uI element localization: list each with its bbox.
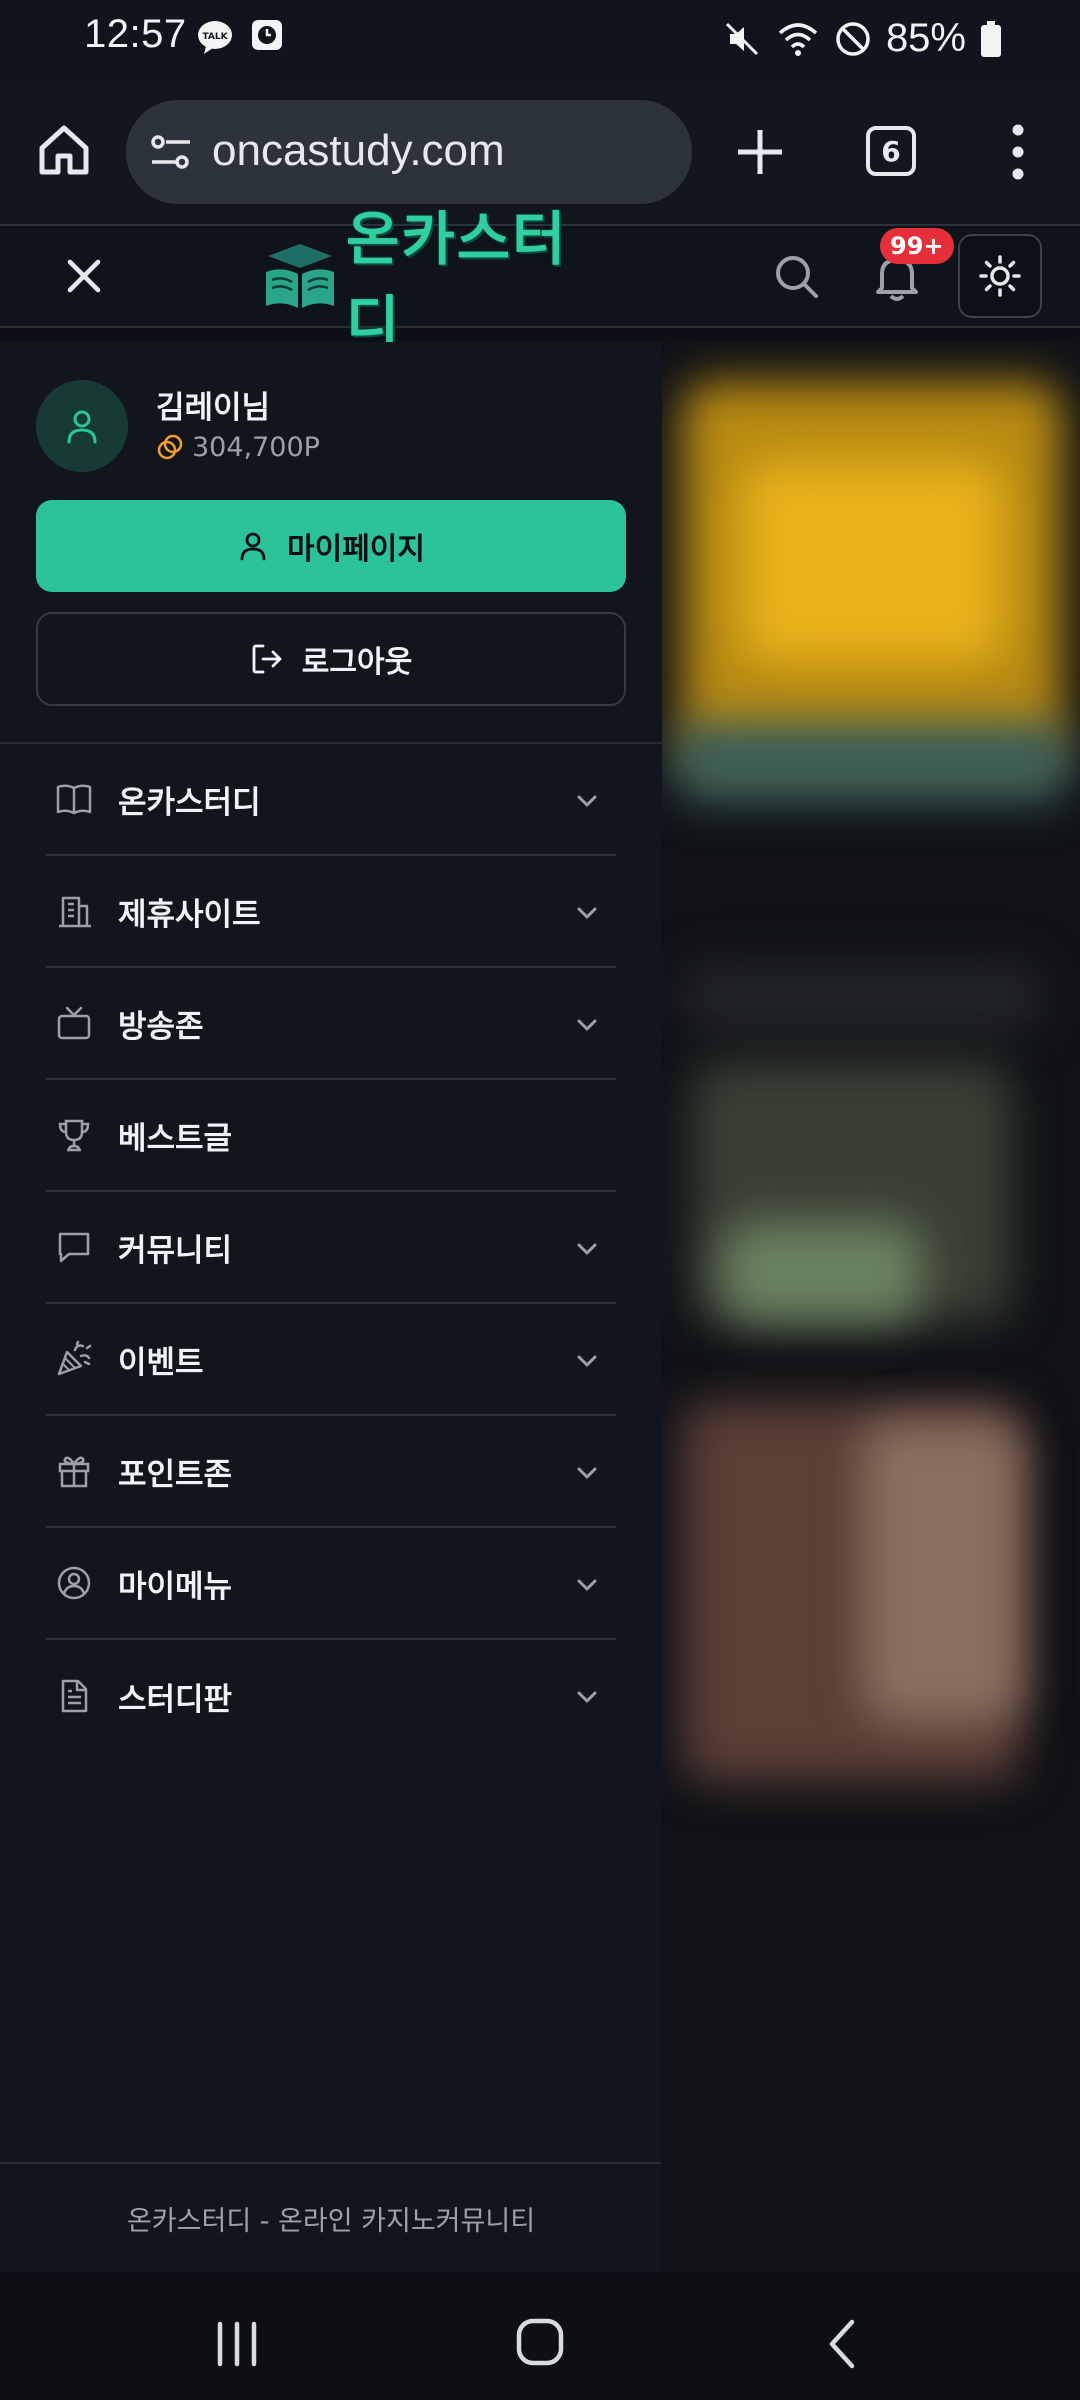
dnd-icon (834, 20, 872, 58)
mypage-label: 마이페이지 (287, 532, 425, 567)
battery-icon (980, 20, 1002, 58)
menu-item-my-menu[interactable]: 마이메뉴 (46, 1528, 616, 1640)
user-icon (237, 530, 269, 562)
chevron-down-icon[interactable] (570, 896, 604, 930)
chevron-down-icon[interactable] (570, 784, 604, 818)
logout-label: 로그아웃 (301, 645, 413, 680)
points-value: 304,700P (192, 432, 320, 463)
avatar (36, 380, 128, 472)
menu-item-oncastudy[interactable]: 온카스터디 (46, 744, 616, 856)
menu-item-broadcast-zone[interactable]: 방송존 (46, 968, 616, 1080)
close-icon[interactable] (58, 250, 110, 302)
page-content-behind-overlay (662, 342, 1080, 2272)
battery-percent: 85% (885, 16, 966, 60)
drawer-footer: 온카스터디 - 온라인 카지노커뮤니티 (0, 2162, 662, 2272)
menu-item-label: 이벤트 (118, 1344, 204, 1381)
tab-switcher-icon[interactable]: 6 (866, 126, 916, 176)
menu-item-best-posts[interactable]: 베스트글 (46, 1080, 616, 1192)
book-icon (54, 779, 94, 819)
menu-item-partner-sites[interactable]: 제휴사이트 (46, 856, 616, 968)
tv-icon (54, 1003, 94, 1043)
sun-icon (978, 254, 1022, 298)
menu-item-label: 제휴사이트 (118, 896, 261, 933)
username: 김레이님 (156, 390, 271, 426)
user-points: 304,700P (156, 432, 320, 463)
menu-item-label: 베스트글 (118, 1120, 233, 1157)
status-time: 12:57 (84, 12, 187, 56)
gift-icon (54, 1451, 94, 1491)
blurred-thumbnail-2-detail (862, 1422, 1022, 1722)
logo-text: 온카스터디 (346, 205, 568, 357)
blurred-tabs (682, 962, 1042, 1032)
site-header: 온카스터디 99+ (0, 205, 1080, 357)
chevron-down-icon[interactable] (570, 1008, 604, 1042)
clock-app-icon (250, 18, 284, 56)
mypage-button[interactable]: 마이페이지 (36, 500, 626, 592)
menu-item-label: 방송존 (118, 1008, 204, 1045)
menu-item-events[interactable]: 이벤트 (46, 1304, 616, 1416)
new-tab-icon[interactable] (732, 120, 788, 184)
search-icon[interactable] (770, 250, 824, 304)
menu-item-community[interactable]: 커뮤니티 (46, 1192, 616, 1304)
recents-icon[interactable] (214, 2320, 260, 2368)
site-logo[interactable]: 온카스터디 (262, 205, 622, 357)
tab-count: 6 (881, 134, 901, 168)
status-system-icons: 85% (722, 16, 1002, 61)
blurred-thumbnail-1-detail (722, 1222, 922, 1322)
document-icon (54, 1676, 94, 1716)
home-nav-icon[interactable] (514, 2316, 566, 2368)
chevron-down-icon[interactable] (570, 1456, 604, 1490)
menu-item-label: 마이메뉴 (118, 1568, 233, 1605)
chevron-down-icon[interactable] (570, 1344, 604, 1378)
logout-button[interactable]: 로그아웃 (36, 612, 626, 706)
menu-item-label: 커뮤니티 (118, 1232, 233, 1269)
user-profile: 김레이님 304,700P (36, 380, 636, 476)
theme-toggle-button[interactable] (958, 234, 1042, 318)
home-icon[interactable] (36, 122, 92, 178)
blurred-banner-highlight (742, 462, 1002, 662)
menu-item-label: 포인트존 (118, 1456, 233, 1493)
chevron-down-icon[interactable] (570, 1232, 604, 1266)
menu-item-label: 온카스터디 (118, 784, 261, 821)
status-notifications: TALK (196, 18, 284, 56)
more-icon[interactable] (1006, 122, 1030, 182)
side-drawer: 김레이님 304,700P 마이페이지 로그아웃 온카스터디 제휴사이트 방송존… (0, 342, 662, 2272)
menu-item-label: 스터디판 (118, 1681, 233, 1718)
tune-icon[interactable] (148, 130, 194, 176)
menu-item-study-board[interactable]: 스터디판 (46, 1640, 616, 1752)
system-nav-bar (0, 2272, 1080, 2400)
chevron-down-icon[interactable] (570, 1568, 604, 1602)
user-icon (62, 406, 102, 446)
status-bar: 12:57 TALK 85% (0, 0, 1080, 80)
url-text[interactable]: oncastudy.com (212, 126, 505, 176)
back-icon[interactable] (822, 2316, 862, 2372)
building-icon (54, 891, 94, 931)
wifi-icon (776, 19, 820, 59)
footer-text: 온카스터디 - 온라인 카지노커뮤니티 (126, 2205, 536, 2237)
blurred-banner-footer (672, 722, 1072, 802)
chat-icon (54, 1227, 94, 1267)
coin-icon (156, 434, 184, 462)
party-icon (54, 1339, 94, 1379)
drawer-menu: 온카스터디 제휴사이트 방송존 베스트글 커뮤니티 이벤트 포인트존 마이메뉴 … (46, 744, 616, 1752)
chevron-down-icon[interactable] (570, 1680, 604, 1714)
trophy-icon (54, 1115, 94, 1155)
notification-badge: 99+ (880, 228, 954, 264)
user-circle-icon (54, 1563, 94, 1603)
talk-icon: TALK (196, 18, 234, 56)
url-bar[interactable]: oncastudy.com (126, 100, 692, 204)
logout-icon (250, 642, 284, 676)
mute-icon (722, 19, 762, 59)
svg-text:TALK: TALK (202, 32, 228, 42)
menu-item-point-zone[interactable]: 포인트존 (46, 1416, 616, 1528)
logo-book-icon (262, 238, 338, 314)
